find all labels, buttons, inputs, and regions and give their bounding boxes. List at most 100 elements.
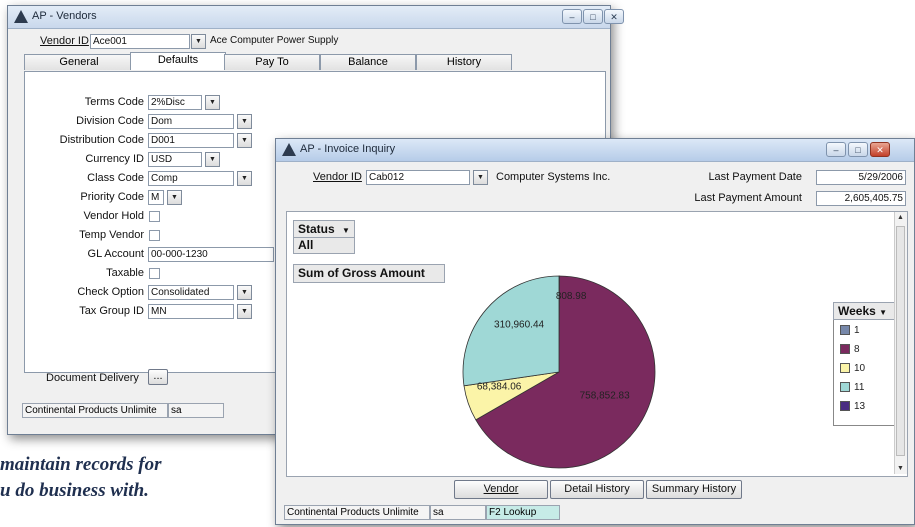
check-option-dropdown-icon[interactable]: ▼ [237, 285, 252, 300]
temp-vendor-checkbox[interactable] [149, 230, 160, 241]
terms-code-dropdown-icon[interactable]: ▼ [205, 95, 220, 110]
document-delivery-button[interactable]: ... [148, 369, 168, 385]
currency-id-dropdown-icon[interactable]: ▼ [205, 152, 220, 167]
pivot-chart-area: Status ▼ All Sum of Gross Amount 758,852… [286, 211, 908, 477]
vendor-hold-label: Vendor Hold [83, 210, 144, 222]
tab-strip: General Defaults Pay To Balance History [24, 52, 604, 72]
distribution-code-label: Distribution Code [59, 134, 144, 146]
distribution-code-dropdown-icon[interactable]: ▼ [237, 133, 252, 148]
vendor-id-field[interactable]: Ace001 [90, 34, 190, 49]
legend-label: 8 [854, 344, 860, 355]
pie-data-label-11: 310,960.44 [494, 319, 544, 330]
tab-general[interactable]: General [24, 54, 134, 70]
vendor-id-dropdown-icon[interactable]: ▼ [473, 170, 488, 185]
vendor-button[interactable]: Vendor [454, 480, 548, 499]
pie-data-label-8: 758,852.83 [580, 391, 630, 402]
legend-dropdown-icon[interactable]: ▼ [879, 308, 887, 317]
check-option-label: Check Option [77, 286, 144, 298]
priority-code-field[interactable]: M [148, 190, 164, 205]
app-icon [282, 143, 296, 156]
legend-title-box[interactable]: Weeks ▼ [833, 302, 895, 320]
window-title: AP - Invoice Inquiry [300, 143, 396, 155]
division-code-dropdown-icon[interactable]: ▼ [237, 114, 252, 129]
maximize-button[interactable]: □ [583, 9, 603, 24]
last-payment-amount-label: Last Payment Amount [694, 192, 802, 204]
tab-balance[interactable]: Balance [320, 54, 416, 70]
class-code-field[interactable]: Comp [148, 171, 234, 186]
currency-id-label: Currency ID [85, 153, 144, 165]
caption-line-2: u do business with. [0, 480, 149, 501]
status-user: sa [430, 505, 486, 520]
status-company: Continental Products Unlimite [22, 403, 168, 418]
tab-defaults[interactable]: Defaults [130, 52, 226, 70]
vendor-name: Computer Systems Inc. [496, 171, 611, 183]
legend-swatch [840, 382, 850, 393]
legend-item-8: 8 [840, 344, 860, 355]
scroll-down-icon[interactable]: ▼ [897, 465, 904, 472]
division-code-field[interactable]: Dom [148, 114, 234, 129]
vendor-id-label: Vendor ID [40, 35, 89, 47]
scroll-thumb[interactable] [896, 226, 905, 456]
legend-item-13: 13 [840, 401, 865, 412]
tax-group-id-field[interactable]: MN [148, 304, 234, 319]
legend-label: 10 [854, 363, 866, 374]
distribution-code-field[interactable]: D001 [148, 133, 234, 148]
vendor-hold-checkbox[interactable] [149, 211, 160, 222]
division-code-label: Division Code [76, 115, 144, 127]
document-delivery-label: Document Delivery [46, 372, 139, 384]
legend-item-10: 10 [840, 363, 865, 374]
detail-history-button[interactable]: Detail History [550, 480, 644, 499]
minimize-button[interactable]: – [562, 9, 582, 24]
class-code-label: Class Code [87, 172, 144, 184]
minimize-button[interactable]: – [826, 142, 846, 157]
check-option-field[interactable]: Consolidated [148, 285, 234, 300]
legend-swatch [840, 363, 850, 374]
vendor-id-field[interactable]: Cab012 [366, 170, 470, 185]
gl-account-label: GL Account [87, 248, 144, 260]
gl-account-field[interactable]: 00-000-1230 [148, 247, 274, 262]
last-payment-amount-field: 2,605,405.75 [816, 191, 906, 206]
vendor-id-dropdown-icon[interactable]: ▼ [191, 34, 206, 49]
priority-code-label: Priority Code [80, 191, 144, 203]
close-button[interactable]: ✕ [870, 142, 890, 157]
legend-item-11: 11 [840, 382, 864, 393]
terms-code-label: Terms Code [84, 96, 144, 108]
pie-data-label-13: 808.98 [556, 291, 587, 302]
currency-id-field[interactable]: USD [148, 152, 202, 167]
temp-vendor-label: Temp Vendor [79, 229, 144, 241]
status-hint: F2 Lookup [486, 505, 560, 520]
status-user: sa [168, 403, 224, 418]
invoice-titlebar[interactable]: AP - Invoice Inquiry – □ ✕ [276, 139, 914, 162]
close-button[interactable]: ✕ [604, 9, 624, 24]
terms-code-field[interactable]: 2%Disc [148, 95, 202, 110]
legend-title: Weeks [838, 304, 876, 318]
legend-swatch [840, 401, 850, 412]
scroll-up-icon[interactable]: ▲ [897, 214, 904, 221]
legend-item-1: 1 [840, 325, 860, 336]
vertical-scrollbar[interactable]: ▲ ▼ [894, 212, 907, 474]
last-payment-date-field: 5/29/2006 [816, 170, 906, 185]
tab-history[interactable]: History [416, 54, 512, 70]
vendors-titlebar[interactable]: AP - Vendors – □ ✕ [8, 6, 624, 29]
status-company: Continental Products Unlimite [284, 505, 430, 520]
legend-swatch [840, 344, 850, 355]
class-code-dropdown-icon[interactable]: ▼ [237, 171, 252, 186]
tax-group-id-dropdown-icon[interactable]: ▼ [237, 304, 252, 319]
caption-line-1: maintain records for [0, 454, 162, 475]
legend-swatch [840, 325, 850, 336]
taxable-checkbox[interactable] [149, 268, 160, 279]
pie-chart: 758,852.83 68,384.06 310,960.44 808.98 [462, 275, 656, 469]
priority-code-dropdown-icon[interactable]: ▼ [167, 190, 182, 205]
maximize-button[interactable]: □ [848, 142, 868, 157]
tax-group-id-label: Tax Group ID [79, 305, 144, 317]
pie-slice-11 [462, 275, 560, 387]
vendor-name: Ace Computer Power Supply [210, 35, 339, 46]
legend-label: 1 [854, 325, 860, 336]
vendor-id-label: Vendor ID [313, 171, 362, 183]
legend-label: 11 [854, 382, 865, 393]
taxable-label: Taxable [106, 267, 144, 279]
app-icon [14, 10, 28, 23]
tab-pay-to[interactable]: Pay To [224, 54, 320, 70]
legend-label: 13 [854, 401, 866, 412]
summary-history-button[interactable]: Summary History [646, 480, 742, 499]
